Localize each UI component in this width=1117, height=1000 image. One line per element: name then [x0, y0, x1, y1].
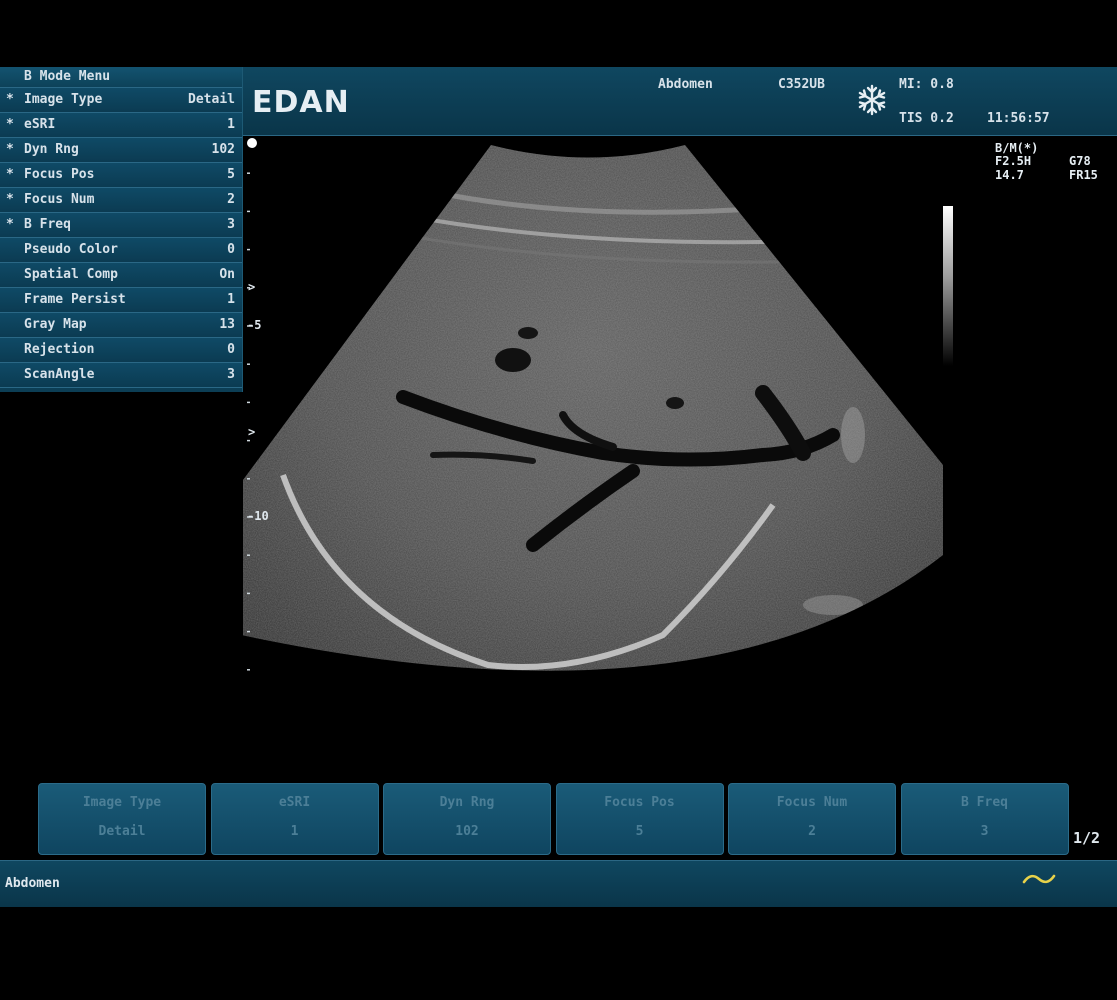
preset-label: Abdomen [658, 77, 713, 92]
brand-logo: EDAN [252, 85, 350, 120]
menu-item-label: Focus Pos [24, 167, 95, 182]
menu-item[interactable]: * Dyn Rng 102 [0, 138, 242, 163]
softkey-label: eSRI [278, 795, 311, 810]
menu-item[interactable]: ScanAngle 3 [0, 363, 242, 388]
menu-item-marker: * [6, 142, 14, 157]
menu-item-label: Spatial Comp [24, 267, 118, 282]
menu-item-marker: * [6, 167, 14, 182]
menu-item[interactable]: * Focus Num 2 [0, 188, 242, 213]
menu-item-label: Pseudo Color [24, 242, 118, 257]
clock-readout: 11:56:57 [987, 111, 1050, 126]
focus-marker[interactable]: > [248, 280, 255, 294]
menu-item-label: Dyn Rng [24, 142, 79, 157]
menu-item[interactable]: * eSRI 1 [0, 113, 242, 138]
menu-item[interactable]: * Focus Pos 5 [0, 163, 242, 188]
menu-item-value: 3 [227, 217, 235, 232]
menu-item-marker: * [6, 117, 14, 132]
depth-readout: 14.7 [995, 168, 1024, 182]
softkey-label: Image Type [82, 795, 162, 810]
depth-label: -10 [247, 509, 269, 523]
menu-item[interactable]: Rejection 0 [0, 338, 242, 363]
status-preset: Abdomen [5, 876, 60, 891]
menu-item[interactable]: Gray Map 13 [0, 313, 242, 338]
menu-item[interactable]: * B Freq 3 [0, 213, 242, 238]
orientation-marker [247, 138, 257, 148]
softkey-label: B Freq [961, 795, 1008, 810]
menu-title: B Mode Menu [0, 67, 242, 88]
gain-readout: G78 [1069, 154, 1091, 168]
softkey-value: 3 [980, 824, 989, 839]
menu-item-value: 13 [219, 317, 235, 332]
menu-item-label: Gray Map [24, 317, 87, 332]
menu-item-marker: * [6, 192, 14, 207]
softkey-button[interactable]: Focus Num 2 [728, 783, 896, 855]
softkey-button[interactable]: Dyn Rng 102 [383, 783, 551, 855]
softkey-label: Focus Pos [604, 795, 675, 810]
softkey-button[interactable]: B Freq 3 [900, 783, 1069, 855]
menu-item-value: 1 [227, 117, 235, 132]
probe-label: C352UB [778, 77, 825, 92]
ultrasound-sector-image [241, 138, 943, 671]
softkey-button[interactable]: eSRI 1 [210, 783, 379, 855]
menu-item-marker: * [6, 217, 14, 232]
frame-rate-readout: FR15 [1069, 168, 1098, 182]
menu-item-value: 5 [227, 167, 235, 182]
menu-item-value: 0 [227, 242, 235, 257]
menu-item-value: 102 [211, 142, 235, 157]
softkey-value: 102 [455, 824, 479, 839]
depth-label: -5 [247, 318, 262, 332]
menu-item-label: ScanAngle [24, 367, 95, 382]
softkey-button[interactable]: Focus Pos 5 [555, 783, 724, 855]
softkey-value: 5 [635, 824, 644, 839]
freq-readout: F2.5H [995, 154, 1032, 168]
status-bar: Abdomen [0, 860, 1117, 907]
menu-item-value: Detail [188, 92, 235, 107]
softkey-button[interactable]: Image Type Detail [38, 783, 206, 855]
menu-item[interactable]: Frame Persist 1 [0, 288, 242, 313]
menu-item-label: Rejection [24, 342, 95, 357]
menu-item-value: 1 [227, 292, 235, 307]
menu-item[interactable]: Pseudo Color 0 [0, 238, 242, 263]
menu-item-label: B Freq [24, 217, 71, 232]
menu-item-value: 2 [227, 192, 235, 207]
focus-marker[interactable]: > [248, 425, 255, 439]
menu-item[interactable]: * Image Type Detail [0, 88, 242, 113]
menu-item-label: eSRI [24, 117, 56, 132]
tis-readout: TIS 0.2 [899, 111, 954, 126]
header-bar: EDAN Abdomen C352UB MI: 0.8 TIS 0.2 11:5… [243, 67, 1117, 136]
softkey-label: Focus Num [776, 795, 848, 810]
softkey-value: Detail [98, 824, 146, 839]
softkey-value: 2 [808, 824, 816, 839]
softkey-label: Dyn Rng [439, 795, 495, 810]
mi-readout: MI: 0.8 [899, 77, 954, 92]
tilde-wave-icon [1022, 874, 1056, 884]
softkey-value: 1 [290, 824, 299, 839]
menu-item-label: Frame Persist [24, 292, 126, 307]
page-indicator[interactable]: 1/2 [1073, 829, 1100, 847]
menu-item-label: Image Type [24, 92, 103, 107]
menu-item-value: On [219, 267, 235, 282]
menu-item[interactable]: Spatial Comp On [0, 263, 242, 288]
grayscale-bar [943, 206, 953, 366]
b-mode-menu: B Mode Menu * Image Type Detail * eSRI 1 * Dyn … [0, 67, 243, 392]
menu-list: * Image Type Detail * eSRI 1 * Dyn Rng 102 * Focus… [0, 88, 242, 388]
menu-item-marker: * [6, 92, 14, 107]
snowflake-icon[interactable] [855, 83, 889, 117]
menu-item-value: 3 [227, 367, 235, 382]
ultrasound-image-area[interactable]: -5 -10 > > [241, 135, 1117, 775]
menu-item-value: 0 [227, 342, 235, 357]
menu-item-label: Focus Num [24, 192, 95, 207]
